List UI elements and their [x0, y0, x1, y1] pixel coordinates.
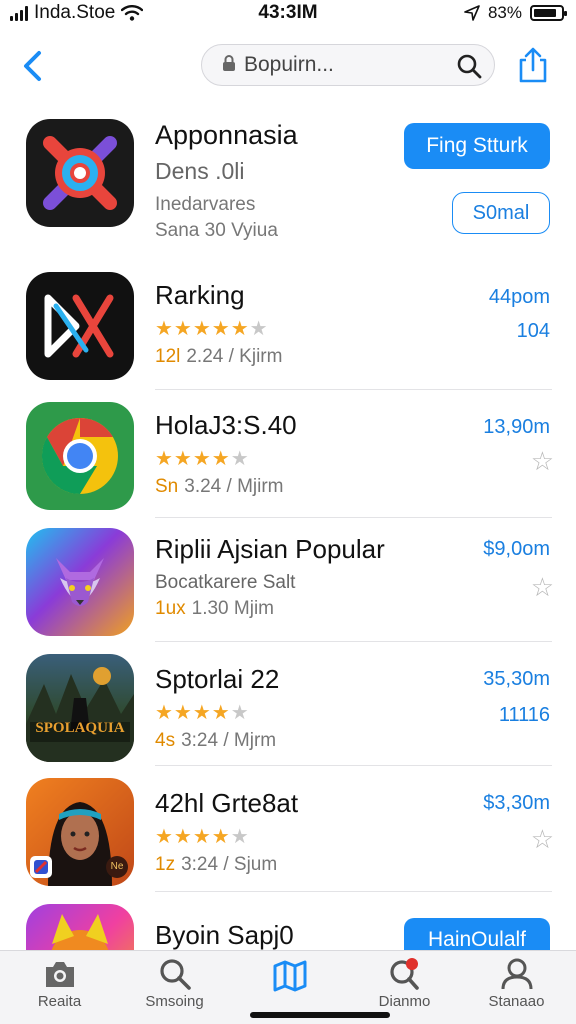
- rank-label: 11116: [498, 704, 550, 726]
- app-list: Apponnasia Dens .0li Inedarvares Sana 30…: [0, 112, 576, 1012]
- rank-label: 104: [516, 320, 550, 342]
- get-button[interactable]: Fing Stturk: [404, 123, 550, 169]
- app-meta: Sn 3.24 / Mjirm: [155, 476, 284, 497]
- target-icon: [43, 136, 117, 210]
- battery-icon: [530, 5, 567, 21]
- price-label[interactable]: 35,30m: [483, 668, 550, 691]
- favorite-star-icon[interactable]: ☆: [531, 572, 554, 603]
- favorite-star-icon[interactable]: ☆: [531, 446, 554, 477]
- app-title: Rarking: [155, 280, 245, 310]
- tab-dianmo[interactable]: Dianmo: [347, 957, 462, 1010]
- tab-smsoing[interactable]: Smsoing: [117, 957, 232, 1010]
- home-indicator[interactable]: [250, 1012, 390, 1018]
- camera-icon: [45, 962, 74, 987]
- search-icon: [159, 959, 191, 990]
- favorite-star-icon[interactable]: ☆: [531, 824, 554, 855]
- nav-bar: [0, 38, 576, 94]
- app-meta: 4s 3:24 / Mjrm: [155, 730, 277, 751]
- app-subtitle: Dens .0li: [155, 158, 245, 184]
- wolf-icon: [56, 558, 104, 606]
- logo-icon: [44, 294, 114, 358]
- share-icon[interactable]: [514, 46, 552, 84]
- search-bar[interactable]: [201, 44, 495, 86]
- list-item[interactable]: Ne 42hl Grte8at ★★★★★ 1z 3:24 / Sjum $3,3…: [0, 766, 576, 892]
- app-icon-game[interactable]: SPOLAQUIA: [26, 654, 134, 762]
- location-icon: [464, 5, 480, 21]
- app-icon-apponnasia[interactable]: [26, 119, 134, 227]
- star-rating: ★★★★★: [155, 702, 250, 724]
- app-meta: 12l 2.24 / Kjirm: [155, 346, 283, 367]
- lock-icon: [222, 54, 236, 77]
- app-developer: Inedarvares: [155, 194, 256, 215]
- secondary-button[interactable]: S0mal: [452, 192, 550, 234]
- app-title: Byoin Sapj0: [155, 920, 294, 950]
- game-logo-text: SPOLAQUIA: [35, 720, 125, 736]
- tab-reaita[interactable]: Reaita: [2, 957, 117, 1010]
- list-item[interactable]: Byoin Sapj0 HainOulalf: [0, 892, 576, 1012]
- app-meta: Sana 30 Vyiua: [155, 220, 278, 241]
- person-icon: [501, 958, 532, 990]
- search-icon[interactable]: [456, 53, 482, 79]
- map-icon: [273, 960, 306, 992]
- list-item[interactable]: HolaJ3:S.40 ★★★★★ Sn 3.24 / Mjirm 13,90m …: [0, 390, 576, 518]
- search-input[interactable]: [244, 53, 444, 77]
- app-meta: 1ux 1.30 Mjim: [155, 598, 274, 619]
- app-title: Apponnasia: [155, 120, 298, 150]
- featured-app-row[interactable]: Apponnasia Dens .0li Inedarvares Sana 30…: [0, 112, 576, 260]
- app-icon-chrome[interactable]: [26, 402, 134, 510]
- app-title: HolaJ3:S.40: [155, 410, 297, 440]
- list-item[interactable]: Riplii Ajsian Popular Bocatkarere Salt 1…: [0, 518, 576, 642]
- app-title: Riplii Ajsian Popular: [155, 534, 385, 564]
- app-title: Sptorlai 22: [155, 664, 280, 694]
- star-rating: ★★★★★★: [155, 318, 269, 340]
- ne-badge: Ne: [106, 856, 128, 878]
- battery-percent: 83%: [487, 3, 522, 22]
- price-label[interactable]: $3,30m: [483, 792, 550, 815]
- app-icon-rarking[interactable]: [26, 272, 134, 380]
- notification-icon: [389, 958, 419, 990]
- star-rating: ★★★★★: [155, 448, 250, 470]
- price-label[interactable]: 13,90m: [483, 416, 550, 439]
- list-item[interactable]: SPOLAQUIA Sptorlai 22 ★★★★★ 4s 3:24 / Mjr…: [0, 642, 576, 766]
- app-title: 42hl Grte8at: [155, 788, 299, 818]
- app-icon-wolf[interactable]: [26, 528, 134, 636]
- price-label[interactable]: 44pom: [489, 286, 550, 309]
- star-rating: ★★★★★: [155, 826, 250, 848]
- tab-stanaao[interactable]: Stanaao: [459, 957, 574, 1010]
- app-icon-portrait[interactable]: Ne: [26, 778, 134, 886]
- app-subtitle: Bocatkarere Salt: [155, 572, 296, 593]
- status-bar: Inda.Stoe 43:3IM 83%: [0, 0, 576, 28]
- chrome-icon: [41, 417, 118, 495]
- game-art-icon: [26, 667, 134, 762]
- price-label[interactable]: $9,0om: [483, 538, 550, 561]
- chevron-left-icon[interactable]: [16, 48, 52, 84]
- list-item[interactable]: Rarking ★★★★★★ 12l 2.24 / Kjirm 44pom 104: [0, 260, 576, 390]
- app-meta: 1z 3:24 / Sjum: [155, 854, 278, 875]
- tab-map[interactable]: [232, 957, 347, 997]
